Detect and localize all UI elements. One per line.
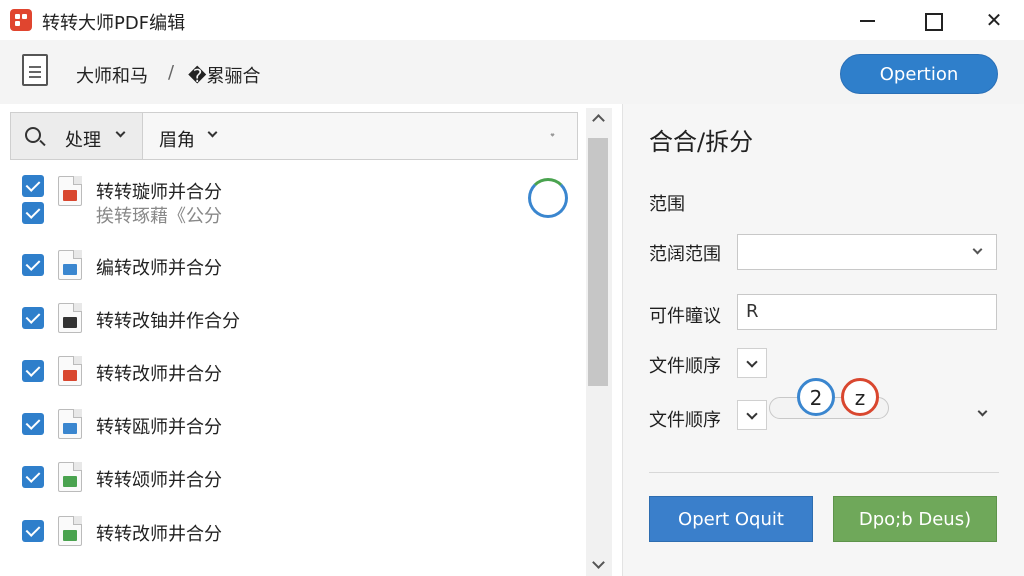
- file-name: 挨转琢藉《公分: [96, 206, 222, 227]
- primary-action-button[interactable]: Opert Oquit: [649, 496, 813, 542]
- chevron-down-icon[interactable]: [207, 127, 218, 138]
- list-item[interactable]: 转转颂师并合分: [0, 450, 586, 503]
- breadcrumb-separator: /: [168, 62, 175, 83]
- list-item[interactable]: 转转改师井合分: [0, 344, 586, 397]
- filter-label-2[interactable]: 眉角: [159, 126, 195, 152]
- file-order-dropdown-1[interactable]: [737, 348, 767, 378]
- file-list-panel: 处理 眉角 转转璇师并合分 挨转琢藉《公分 编转改师并合分 转转改铀并作合分 转…: [0, 104, 614, 576]
- filter-label-1: 处理: [65, 130, 101, 151]
- file-order-label-2: 文件顺序: [649, 410, 721, 431]
- option-button[interactable]: Opertion: [840, 54, 998, 94]
- minimize-button[interactable]: [848, 4, 888, 36]
- file-list: 转转璇师并合分 挨转琢藉《公分 编转改师并合分 转转改铀并作合分 转转改师井合分…: [0, 170, 586, 576]
- file-icon: [58, 250, 82, 280]
- vertical-scrollbar[interactable]: [586, 108, 612, 576]
- file-name: 编转改师并合分: [96, 258, 222, 279]
- file-name: 转转颂师并合分: [96, 470, 222, 491]
- app-title: 转转大师PDF编辑: [42, 13, 186, 34]
- checkbox[interactable]: [22, 413, 44, 435]
- file-name: 转转改铀并作合分: [96, 311, 240, 332]
- close-button[interactable]: ✕: [974, 4, 1014, 36]
- list-item[interactable]: 转转瓯师并合分: [0, 397, 586, 450]
- file-order-label-1: 文件顺序: [649, 356, 721, 377]
- chevron-down-icon: [972, 244, 983, 255]
- merge-split-panel: 合合/拆分 范围 范阔范围 可件瞳议 R 文件顺序 文件顺序 2 z Opert…: [622, 104, 1024, 576]
- maximize-button[interactable]: [912, 4, 952, 36]
- order-badge-2[interactable]: z: [841, 378, 879, 416]
- checkbox[interactable]: [22, 254, 44, 276]
- chevron-down-icon: [115, 127, 126, 138]
- title-bar: 转转大师PDF编辑 ✕: [0, 0, 1024, 40]
- range-label: 范阔范围: [649, 244, 721, 265]
- checkbox[interactable]: [22, 520, 44, 542]
- file-icon: [58, 409, 82, 439]
- file-name: 转转改师井合分: [96, 524, 222, 545]
- file-icon: [58, 462, 82, 492]
- chevron-down-icon[interactable]: [977, 406, 988, 417]
- breadcrumb-item-1[interactable]: 大师和马: [76, 62, 148, 88]
- document-icon: [22, 54, 48, 86]
- scroll-up-icon[interactable]: [592, 114, 605, 127]
- search-icon[interactable]: [25, 127, 41, 143]
- breadcrumb-bar: 大师和马 / �累骊合 Opertion: [0, 40, 1024, 104]
- filter-bar: 处理 眉角: [10, 112, 578, 160]
- list-item[interactable]: 编转改师并合分: [0, 238, 586, 291]
- file-setting-label: 可件瞳议: [649, 306, 721, 327]
- pdf-file-icon: [58, 356, 82, 386]
- checkbox[interactable]: [22, 307, 44, 329]
- range-heading: 范围: [649, 194, 685, 215]
- file-name: 转转改师井合分: [96, 364, 222, 385]
- file-name: 转转瓯师并合分: [96, 417, 222, 438]
- file-icon: [58, 303, 82, 333]
- scroll-down-icon[interactable]: [592, 556, 605, 569]
- list-item[interactable]: 转转改铀并作合分: [0, 291, 586, 344]
- checkbox[interactable]: [22, 202, 44, 224]
- file-setting-input[interactable]: R: [737, 294, 997, 330]
- file-order-dropdown-2[interactable]: [737, 400, 767, 430]
- order-badge-1[interactable]: 2: [797, 378, 835, 416]
- list-item[interactable]: 挨转琢藉《公分: [0, 194, 586, 227]
- list-item[interactable]: 转转改师井合分: [0, 504, 586, 557]
- breadcrumb-item-2[interactable]: �累骊合: [188, 62, 260, 88]
- divider: [649, 472, 999, 473]
- app-logo-icon: [10, 9, 32, 31]
- checkbox[interactable]: [22, 360, 44, 382]
- panel-title: 合合/拆分: [649, 128, 754, 156]
- secondary-action-button[interactable]: Dpo;b Deus): [833, 496, 997, 542]
- file-icon: [58, 516, 82, 546]
- filter-dropdown-1[interactable]: 处理: [11, 113, 143, 159]
- range-select[interactable]: [737, 234, 997, 270]
- scroll-thumb[interactable]: [588, 138, 608, 386]
- checkbox[interactable]: [22, 466, 44, 488]
- chevron-down-icon[interactable]: [550, 132, 555, 137]
